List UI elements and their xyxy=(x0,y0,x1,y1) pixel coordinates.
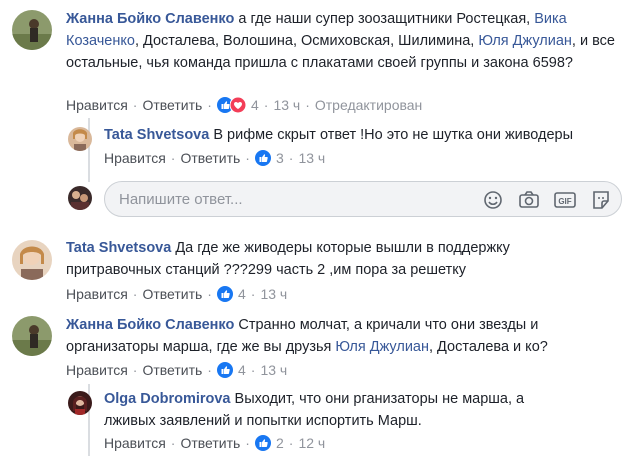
separator-dot: · xyxy=(263,97,269,113)
author-name[interactable]: Olga Dobromirova xyxy=(104,391,231,407)
reply-input-placeholder: Напишите ответ... xyxy=(119,191,243,208)
reactions[interactable]: 4 xyxy=(216,362,246,378)
reply-button[interactable]: Ответить xyxy=(142,97,202,113)
reaction-count: 4 xyxy=(237,286,246,302)
avatar[interactable] xyxy=(68,127,92,151)
separator-dot: · xyxy=(132,286,138,302)
avatar[interactable] xyxy=(68,391,92,415)
love-reaction-icon xyxy=(229,97,246,113)
reply-input[interactable]: Напишите ответ... GIF xyxy=(104,181,622,217)
emoji-icon[interactable] xyxy=(481,188,505,212)
comment-actions: Нравится · Ответить · 2 · 12 ч xyxy=(104,435,325,451)
mention-link[interactable]: Козаченко xyxy=(66,33,135,49)
sticker-icon[interactable] xyxy=(589,188,613,212)
separator-dot: · xyxy=(132,97,138,113)
separator-dot: · xyxy=(207,97,212,113)
reactions[interactable]: 4 xyxy=(216,97,259,113)
separator-dot: · xyxy=(170,150,176,166)
author-name[interactable]: Жанна Бойко Славенко xyxy=(66,317,234,333)
comment-actions: Нравится · Ответить · 4 · 13 ч xyxy=(66,362,287,378)
mention-link[interactable]: Вика xyxy=(534,11,567,27)
separator-dot: · xyxy=(207,286,212,302)
thread-line xyxy=(88,118,90,182)
reaction-count: 4 xyxy=(237,362,246,378)
reply-button[interactable]: Ответить xyxy=(180,150,240,166)
like-button[interactable]: Нравится xyxy=(104,435,166,451)
reactions[interactable]: 3 xyxy=(254,150,284,166)
author-name[interactable]: Жанна Бойко Славенко xyxy=(66,11,234,27)
comment-body: Жанна Бойко Славенко а где наши супер зо… xyxy=(66,8,626,74)
comment-actions: Нравится · Ответить · 4 · 13 ч xyxy=(66,286,287,302)
timestamp[interactable]: 13 ч xyxy=(260,286,287,302)
like-button[interactable]: Нравится xyxy=(66,286,128,302)
comment-body: Olga Dobromirova Выходит, что они рганиз… xyxy=(104,388,574,432)
comment-body: Tata Shvetsova Да где же живодеры которы… xyxy=(66,237,576,281)
reply-button[interactable]: Ответить xyxy=(142,362,202,378)
like-reaction-icon xyxy=(216,362,233,378)
edited-label[interactable]: Отредактирован xyxy=(315,97,422,113)
avatar[interactable] xyxy=(12,10,52,50)
separator-dot: · xyxy=(245,435,250,451)
mention-link[interactable]: Юля Джулиан xyxy=(335,339,429,355)
comment-body: Жанна Бойко Славенко Странно молчат, а к… xyxy=(66,314,606,358)
comment-body: Tata Shvetsova В рифме скрыт ответ !Но э… xyxy=(104,124,624,146)
reaction-count: 3 xyxy=(275,150,284,166)
comment-actions: Нравится · Ответить · 3 · 13 ч xyxy=(104,150,325,166)
reply-input-tools: GIF xyxy=(481,188,613,212)
like-button[interactable]: Нравится xyxy=(66,362,128,378)
like-button[interactable]: Нравится xyxy=(104,150,166,166)
separator-dot: · xyxy=(250,286,256,302)
separator-dot: · xyxy=(132,362,138,378)
author-name[interactable]: Tata Shvetsova xyxy=(66,240,171,256)
author-name[interactable]: Tata Shvetsova xyxy=(104,127,209,143)
gif-icon[interactable]: GIF xyxy=(553,188,577,212)
separator-dot: · xyxy=(305,97,310,113)
timestamp[interactable]: 12 ч xyxy=(298,435,325,451)
reply-button[interactable]: Ответить xyxy=(180,435,240,451)
separator-dot: · xyxy=(170,435,176,451)
like-reaction-icon xyxy=(254,150,271,166)
timestamp[interactable]: 13 ч xyxy=(298,150,325,166)
reactions[interactable]: 2 xyxy=(254,435,284,451)
camera-icon[interactable] xyxy=(517,188,541,212)
comment-text: В рифме скрыт ответ !Но это не шутка они… xyxy=(213,127,574,143)
reactions[interactable]: 4 xyxy=(216,286,246,302)
separator-dot: · xyxy=(288,150,294,166)
separator-dot: · xyxy=(207,362,212,378)
timestamp[interactable]: 13 ч xyxy=(273,97,300,113)
separator-dot: · xyxy=(250,362,256,378)
separator-dot: · xyxy=(245,150,250,166)
reaction-count: 2 xyxy=(275,435,284,451)
like-button[interactable]: Нравится xyxy=(66,97,128,113)
comment-actions: Нравится · Ответить · 4 · 13 ч · Отредак… xyxy=(66,97,422,113)
comment-text: , Досталева и ко? xyxy=(429,339,548,355)
svg-text:GIF: GIF xyxy=(558,197,571,206)
comment-text: , Досталева, Волошина, Осмиховская, Шили… xyxy=(134,33,479,49)
separator-dot: · xyxy=(288,435,294,451)
comment-text: а где наши супер зоозащитники Ростецкая, xyxy=(234,11,535,27)
mention-link[interactable]: Юля Джулиан xyxy=(478,33,572,49)
avatar[interactable] xyxy=(12,316,52,356)
like-reaction-icon xyxy=(216,286,233,302)
current-user-avatar xyxy=(68,186,92,210)
avatar[interactable] xyxy=(12,240,52,280)
timestamp[interactable]: 13 ч xyxy=(260,362,287,378)
reaction-count: 4 xyxy=(250,97,259,113)
reply-button[interactable]: Ответить xyxy=(142,286,202,302)
like-reaction-icon xyxy=(254,435,271,451)
